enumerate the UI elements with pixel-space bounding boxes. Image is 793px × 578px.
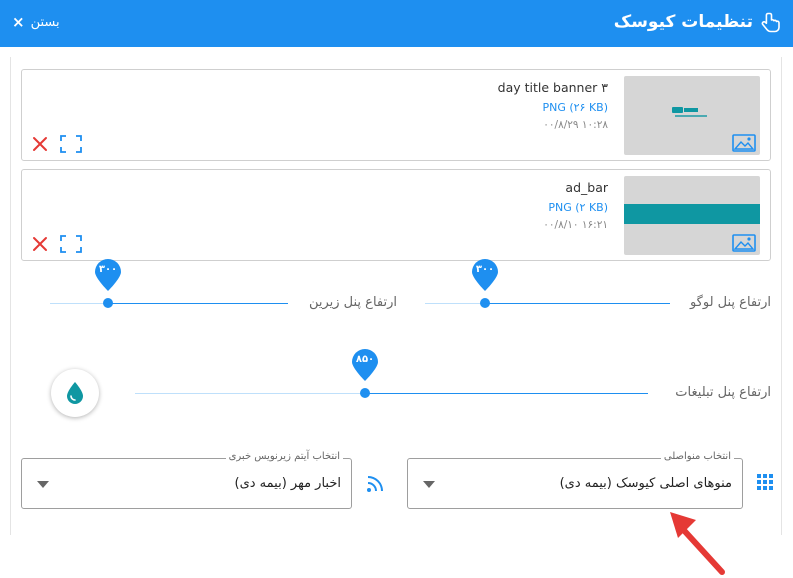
close-icon: × <box>12 13 25 31</box>
dialog-header: تنظیمات کیوسک × بستن <box>0 0 793 47</box>
logo-panel-height-label: ارتفاع پنل لوگو <box>689 295 771 310</box>
delete-icon[interactable] <box>32 236 48 252</box>
image-icon <box>732 234 756 252</box>
ads-panel-value-pin: ۸۵۰ <box>350 348 380 382</box>
file-name: day title banner ۳ <box>497 80 608 95</box>
ads-panel-track-inactive <box>135 393 365 394</box>
file-date: ۰۰/۸/۱۰ ۱۶:۲۱ <box>543 219 608 231</box>
grid-icon <box>757 474 773 490</box>
chevron-down-icon <box>37 481 49 488</box>
fullscreen-icon[interactable] <box>60 135 82 153</box>
logo-panel-track-inactive <box>425 303 485 304</box>
bottom-panel-value-pin: ۳۰۰ <box>93 258 123 292</box>
water-drop-icon <box>67 382 83 404</box>
file-card-banner: day title banner ۳ PNG (۲۶ KB) ۰۰/۸/۲۹ ۱… <box>21 69 771 161</box>
bottom-panel-track-inactive <box>50 303 108 304</box>
ads-panel-slider-thumb[interactable] <box>360 388 370 398</box>
logo-panel-value: ۳۰۰ <box>475 264 495 275</box>
news-ticker-value: اخبار مهر (بیمه دی) <box>234 476 341 491</box>
logo-panel-slider-thumb[interactable] <box>480 298 490 308</box>
bottom-panel-track-active <box>108 303 288 304</box>
file-date: ۰۰/۸/۲۹ ۱۰:۲۸ <box>543 119 608 131</box>
file-card-ad-bar: ad_bar PNG (۲ KB) ۰۰/۸/۱۰ ۱۶:۲۱ <box>21 169 771 261</box>
delete-icon[interactable] <box>32 136 48 152</box>
news-ticker-legend: انتخاب آیتم زیرنویس خبری <box>225 451 343 462</box>
hand-pointer-icon <box>761 12 780 33</box>
fullscreen-icon[interactable] <box>60 235 82 253</box>
image-icon <box>732 134 756 152</box>
close-button[interactable]: × بستن <box>12 13 60 31</box>
dialog-title: تنظیمات کیوسک <box>613 12 753 32</box>
file-thumbnail[interactable] <box>624 76 760 155</box>
teal-bar-preview <box>624 204 760 224</box>
ads-panel-height-label: ارتفاع پنل تبلیغات <box>675 385 771 400</box>
logo-thumbnail-icon <box>672 107 707 117</box>
logo-panel-track-active <box>485 303 670 304</box>
rss-icon <box>367 476 383 492</box>
news-ticker-select[interactable]: انتخاب آیتم زیرنویس خبری اخبار مهر (بیمه… <box>21 451 352 509</box>
logo-panel-value-pin: ۳۰۰ <box>470 258 500 292</box>
ads-panel-value: ۸۵۰ <box>355 354 375 365</box>
close-label: بستن <box>30 15 60 30</box>
file-thumbnail[interactable] <box>624 176 760 255</box>
file-size: PNG (۲۶ KB) <box>542 101 608 114</box>
main-menu-value: منوهای اصلی کیوسک (بیمه دی) <box>559 476 732 491</box>
theme-color-button[interactable] <box>51 369 99 417</box>
bottom-panel-height-label: ارتفاع پنل زیرین <box>308 295 397 310</box>
ads-panel-track-active <box>365 393 648 394</box>
bottom-panel-slider-thumb[interactable] <box>103 298 113 308</box>
bottom-panel-value: ۳۰۰ <box>98 264 118 275</box>
file-size: PNG (۲ KB) <box>548 201 608 214</box>
chevron-down-icon <box>423 481 435 488</box>
annotation-arrow-icon <box>670 512 725 575</box>
main-menu-legend: انتخاب منواصلی <box>660 451 734 462</box>
file-name: ad_bar <box>565 180 608 195</box>
main-menu-select[interactable]: انتخاب منواصلی منوهای اصلی کیوسک (بیمه د… <box>407 451 743 509</box>
